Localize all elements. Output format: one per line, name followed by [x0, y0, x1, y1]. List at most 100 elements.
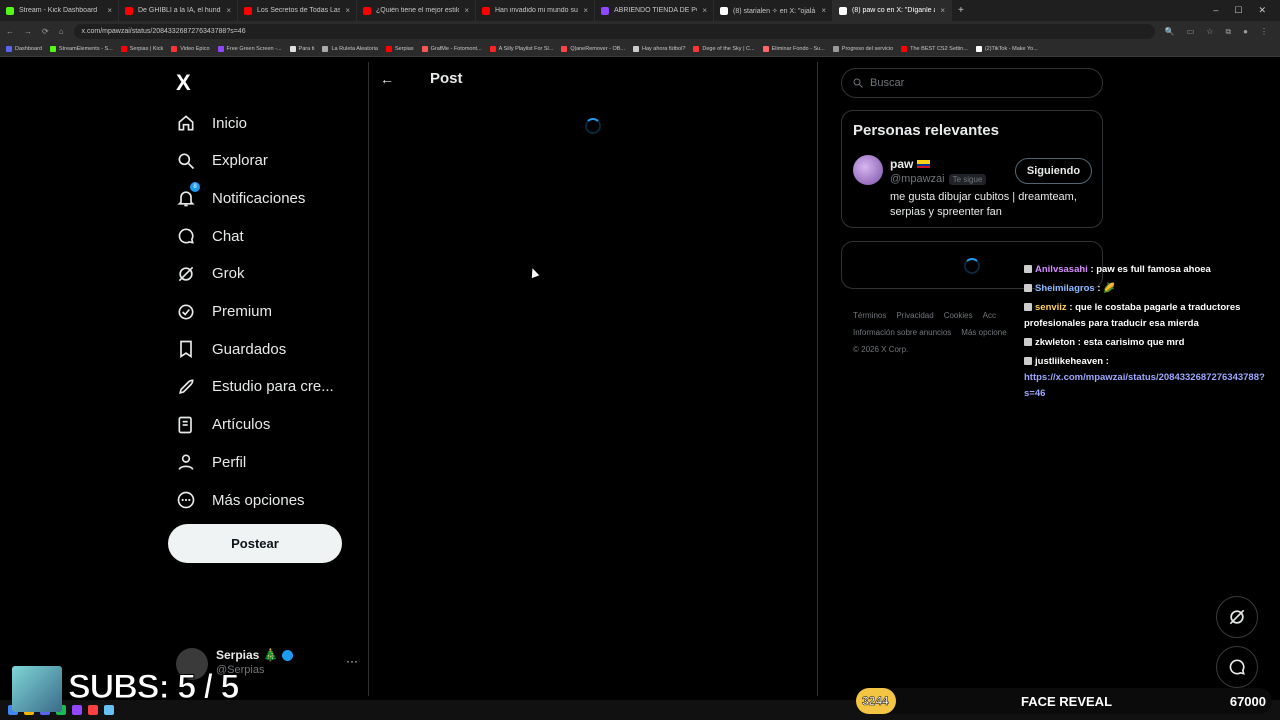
profile-icon[interactable]: ● [1243, 27, 1248, 37]
star-icon[interactable]: ☆ [1206, 27, 1213, 37]
bookmark-item[interactable]: Serpias | Kick [120, 46, 163, 52]
subs-text: SUBS: 5 / 5 [67, 668, 239, 707]
bookmark-item[interactable]: The BEST CS2 Settin... [901, 46, 968, 52]
chat-badge-icon [1024, 265, 1032, 274]
reload-icon[interactable]: ⟳ [42, 27, 49, 36]
bookmark-favicon-icon [489, 46, 496, 52]
chat-message: justliikeheaven : https://x.com/mpawzai/s… [1024, 354, 1276, 402]
goal-current: 3244 [862, 694, 889, 709]
following-button[interactable]: Siguiendo [1015, 158, 1092, 184]
search-input[interactable] [870, 77, 1070, 89]
bookmark-favicon-icon [975, 46, 982, 52]
bookmark-favicon-icon [762, 46, 769, 52]
sidebar-item[interactable]: Inicio [176, 113, 247, 133]
bookmark-item[interactable]: Hay ahora fútbol? [632, 46, 685, 52]
messages-fab[interactable] [1216, 646, 1258, 688]
sidebar-item[interactable]: Grok [176, 264, 245, 284]
search-box[interactable] [841, 68, 1103, 98]
chat-text: : esta carisimo que mrd [1077, 337, 1185, 348]
home-nav-icon[interactable]: ⌂ [59, 27, 64, 36]
account-more-icon[interactable]: ··· [346, 654, 358, 668]
close-tab-icon[interactable]: × [702, 6, 707, 15]
bookmark-item[interactable]: GrafMe - Fotomont... [421, 46, 482, 52]
new-tab-button[interactable]: + [952, 5, 970, 16]
footer-link[interactable]: Términos [853, 311, 886, 320]
sidebar-item[interactable]: Guardados [176, 339, 286, 359]
bookmark-item[interactable]: Video Epico [171, 46, 210, 52]
bookmark-item[interactable]: Dashboard [6, 46, 42, 52]
mouse-cursor [528, 266, 540, 279]
bookmark-item[interactable]: (2)TikTok - Make Yo... [975, 46, 1038, 52]
post-button[interactable]: Postear [168, 524, 342, 563]
browser-tab[interactable]: (8) paw co en X: "Díganle a Serp × [833, 0, 952, 21]
bookmark-favicon-icon [49, 46, 56, 52]
avatar[interactable] [853, 155, 883, 185]
bookmark-item[interactable]: Q|aneRemover - OB... [561, 46, 625, 52]
footer-link[interactable]: Privacidad [896, 311, 933, 320]
browser-tab[interactable]: Han invadido mi mundo surviv × [476, 0, 595, 21]
back-arrow-icon[interactable]: ← [380, 71, 394, 87]
sidebar-item[interactable]: Estudio para cre... [176, 377, 334, 397]
close-tab-icon[interactable]: × [107, 6, 112, 15]
bookmark-item[interactable]: Dege of the Sky | C... [693, 46, 755, 52]
sidebar-item[interactable]: Más opciones [176, 490, 305, 510]
sidebar-item[interactable]: 8 Notificaciones [176, 182, 306, 208]
extensions-icon[interactable]: ⧉ [1225, 27, 1231, 37]
address-bar-row: ← → ⟳ ⌂ x.com/mpawzai/status/20843326872… [0, 21, 1280, 42]
browser-tab[interactable]: De GHIBLI a la IA, el hundimien × [119, 0, 238, 21]
browser-tab[interactable]: ABRIENDO TIENDA DE POKE × [595, 0, 714, 21]
browser-tab[interactable]: ¿Quién tiene el mejor estilo? Lil × [357, 0, 476, 21]
zoom-icon[interactable]: 🔍 [1165, 27, 1175, 37]
bookmark-item[interactable]: Eliminar Fondo - Su... [762, 46, 825, 52]
grok-fab[interactable] [1216, 596, 1258, 638]
bookmark-item[interactable]: Para ti [289, 46, 314, 52]
bookmark-item[interactable]: Progreso del servicio [832, 46, 893, 52]
minimize-icon[interactable]: – [1213, 5, 1218, 16]
footer-link[interactable]: © 2026 X Corp. [853, 345, 908, 354]
menu-icon[interactable]: ⋮ [1260, 27, 1268, 37]
browser-tab[interactable]: Los Secretos de Todas Las Estru × [238, 0, 357, 21]
close-tab-icon[interactable]: × [583, 6, 588, 15]
footer-link[interactable]: Cookies [944, 311, 973, 320]
maximize-icon[interactable]: ☐ [1234, 5, 1242, 16]
bookmark-item[interactable]: Serpias [385, 46, 414, 52]
x-logo[interactable]: X [176, 70, 191, 96]
browser-tab[interactable]: (8) starialen ✧ en X: "ojalá diff × [714, 0, 833, 21]
close-tab-icon[interactable]: × [464, 6, 469, 15]
footer-link[interactable]: Más opcione [961, 328, 1006, 337]
chat-icon [1229, 659, 1245, 675]
sidebar-item[interactable]: Chat [176, 226, 244, 246]
tab-label: Han invadido mi mundo surviv [495, 7, 578, 14]
person-name-row[interactable]: paw [890, 157, 931, 171]
close-tab-icon[interactable]: × [226, 6, 231, 15]
sidebar-item[interactable]: Artículos [176, 415, 270, 435]
browser-tab[interactable]: Stream - Kick Dashboard × [0, 0, 119, 21]
bookmark-item[interactable]: La Ruleta Aleatoria [322, 46, 378, 52]
close-tab-icon[interactable]: × [821, 6, 826, 15]
footer-link[interactable]: Acc [983, 311, 996, 320]
bookmark-item[interactable]: Free Green Screen -... [217, 46, 282, 52]
bookmark-label: Serpias [394, 46, 414, 52]
back-nav-icon[interactable]: ← [6, 27, 14, 36]
forward-nav-icon[interactable]: → [24, 27, 32, 36]
url-field[interactable]: x.com/mpawzai/status/2084332687276343788… [73, 24, 1155, 39]
tab-favicon-icon [363, 6, 371, 15]
close-tab-icon[interactable]: × [940, 6, 945, 15]
footer-link[interactable]: Información sobre anuncios [853, 328, 951, 337]
sidebar-item-label: Notificaciones [212, 189, 306, 207]
bookmark-label: A Silly Playlist For Sl... [498, 46, 554, 52]
bookmark-label: GrafMe - Fotomont... [430, 46, 482, 52]
bookmark-favicon-icon [171, 46, 178, 52]
bookmark-item[interactable]: StreamElements - S... [49, 46, 113, 52]
tab-label: ¿Quién tiene el mejor estilo? Lil [376, 7, 459, 14]
sidebar-item[interactable]: Explorar [176, 151, 268, 171]
sidebar-item[interactable]: Perfil [176, 452, 246, 472]
close-tab-icon[interactable]: × [345, 6, 350, 15]
cast-icon[interactable]: ▭ [1187, 27, 1195, 37]
sidebar-item[interactable]: Premium [176, 302, 272, 322]
close-window-icon[interactable]: ✕ [1258, 5, 1266, 16]
bookmark-item[interactable]: A Silly Playlist For Sl... [489, 46, 554, 52]
column-divider-left [368, 62, 369, 696]
sidebar-item-label: Chat [212, 227, 244, 245]
chat-badge-icon [1024, 284, 1032, 293]
